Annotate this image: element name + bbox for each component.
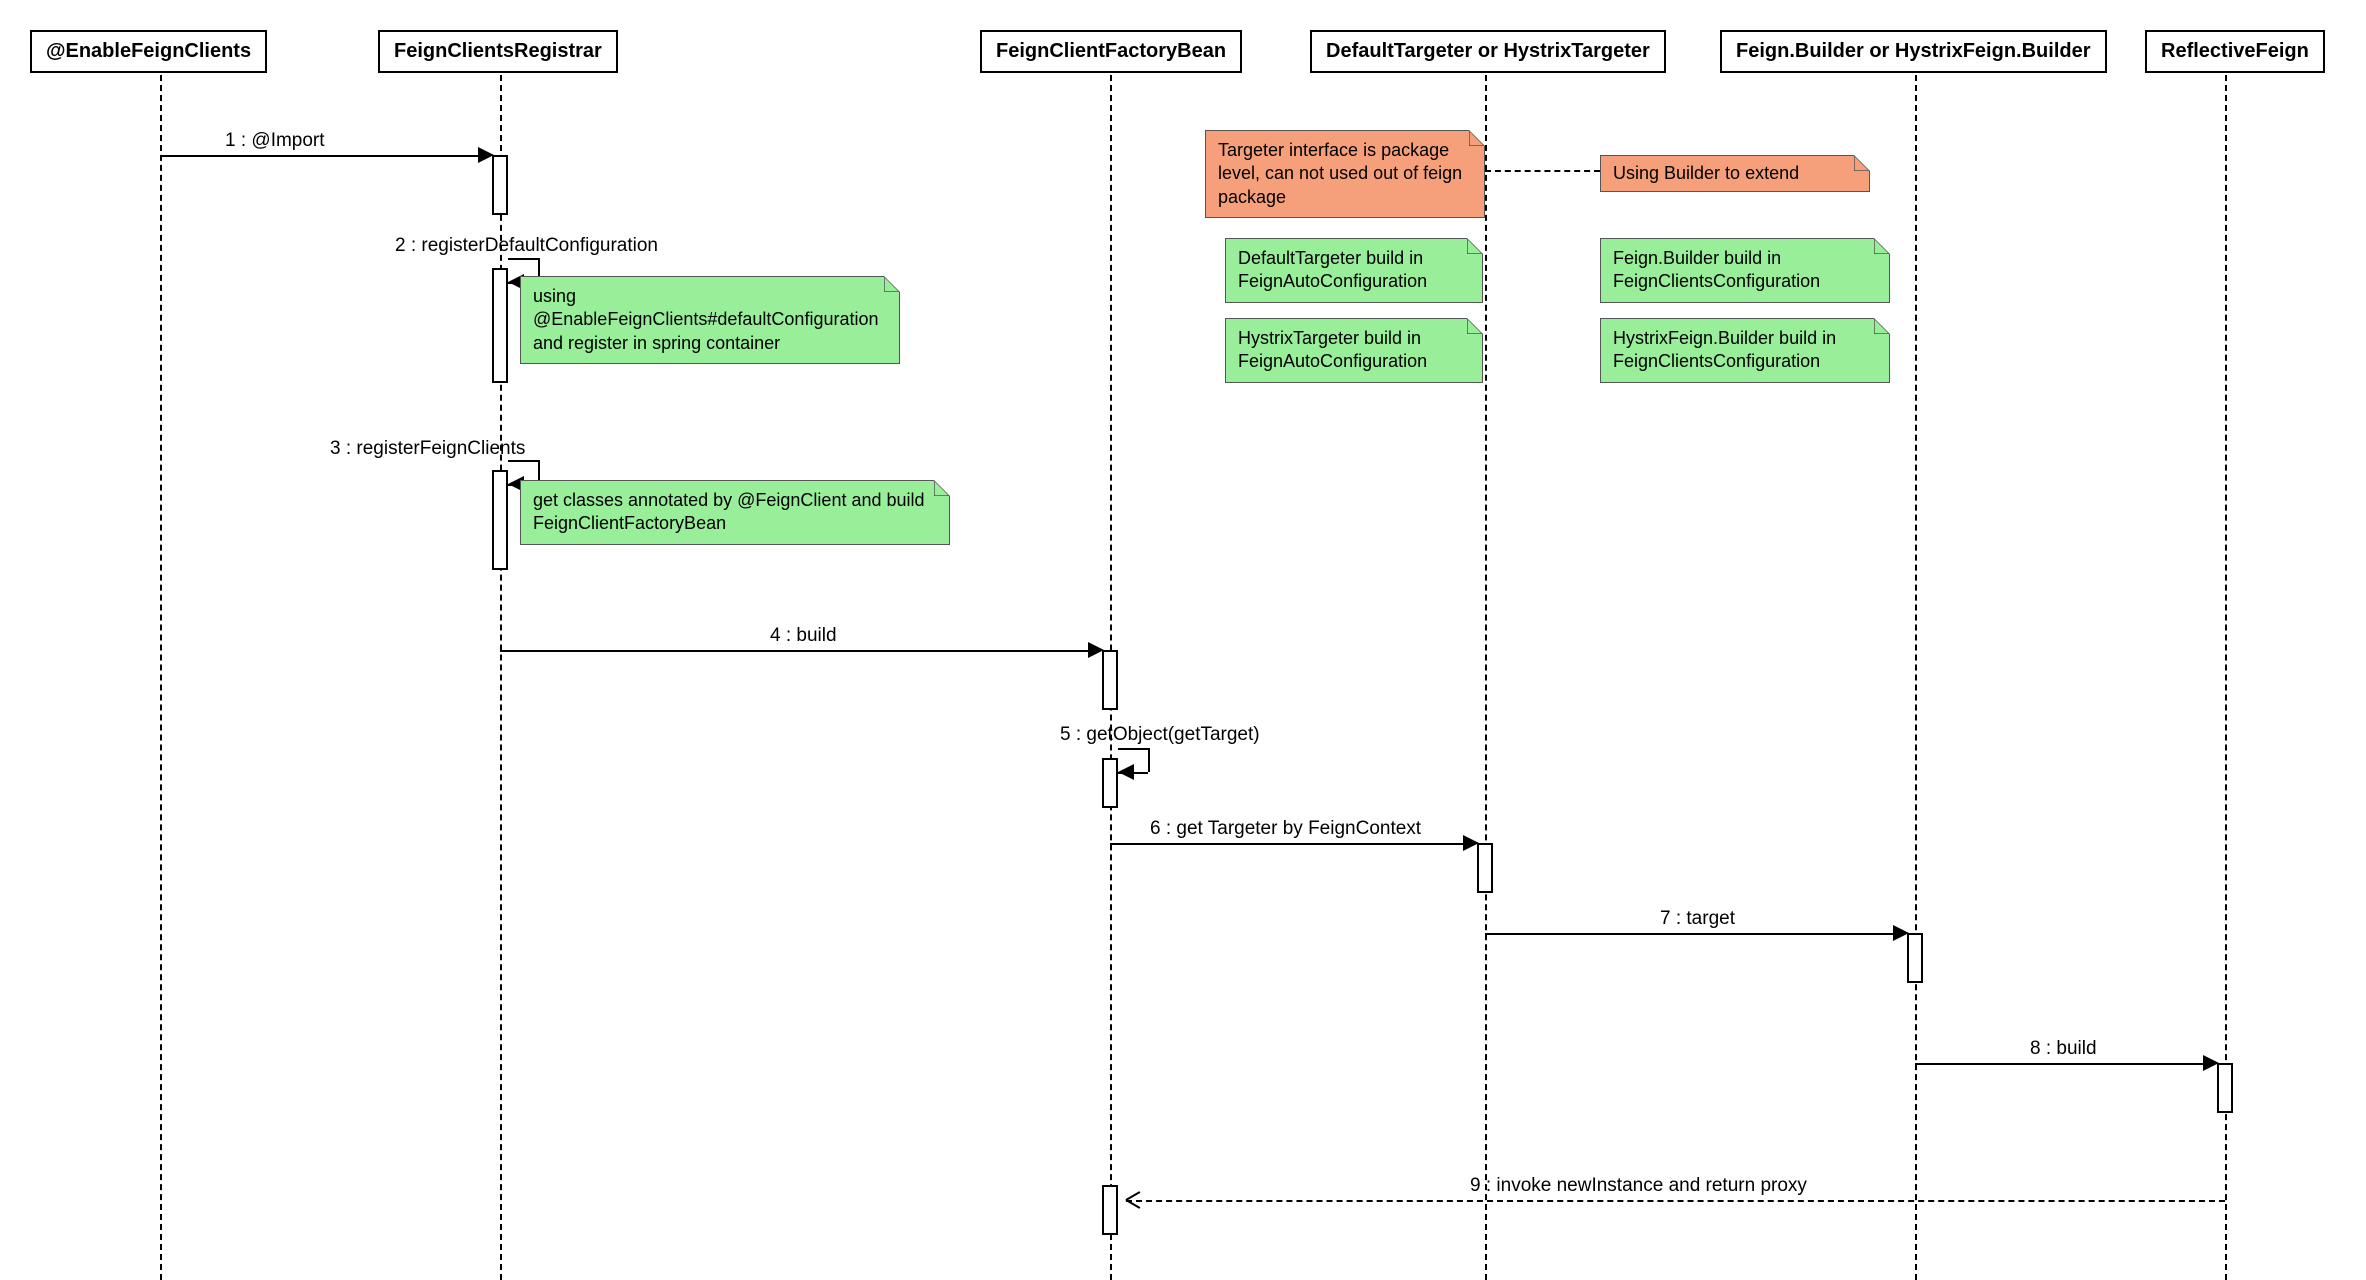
note-text: HystrixTargeter build in FeignAutoConfig…	[1238, 328, 1427, 371]
activation-p6	[2217, 1063, 2233, 1113]
note-register-feignclients: get classes annotated by @FeignClient an…	[520, 480, 950, 545]
message-6-arrow	[1110, 843, 1469, 845]
note-text: Using Builder to extend	[1613, 163, 1799, 183]
message-7-label: 7 : target	[1660, 908, 1735, 930]
activation-p2-2	[492, 268, 508, 383]
note-default-targeter: DefaultTargeter build in FeignAutoConfig…	[1225, 238, 1483, 303]
message-9-label: 9 : invoke newInstance and return proxy	[1470, 1175, 1807, 1197]
note-hystrix-targeter: HystrixTargeter build in FeignAutoConfig…	[1225, 318, 1483, 383]
message-5-label: 5 : getObject(getTarget)	[1060, 724, 1260, 746]
note-feign-builder: Feign.Builder build in FeignClientsConfi…	[1600, 238, 1890, 303]
message-9-head	[1126, 1192, 1142, 1208]
message-2-label: 2 : registerDefaultConfiguration	[395, 235, 658, 257]
participant-feignbuilder: Feign.Builder or HystrixFeign.Builder	[1720, 30, 2107, 73]
activation-p3-3	[1102, 1185, 1118, 1235]
message-5-head	[1118, 764, 1134, 780]
note-hystrix-feign-builder: HystrixFeign.Builder build in FeignClien…	[1600, 318, 1890, 383]
activation-p3-1	[1102, 650, 1118, 710]
lifeline-p5	[1915, 75, 1917, 1280]
message-1-arrow	[160, 155, 484, 157]
note-text: using @EnableFeignClients#defaultConfigu…	[533, 286, 879, 353]
note-fold-icon	[1467, 318, 1483, 334]
message-7-arrow	[1485, 933, 1899, 935]
note-fold-icon	[1874, 318, 1890, 334]
participant-feignclientsregistrar: FeignClientsRegistrar	[378, 30, 618, 73]
message-8-arrow	[1915, 1063, 2209, 1065]
activation-p4	[1477, 843, 1493, 893]
participant-targeter: DefaultTargeter or HystrixTargeter	[1310, 30, 1666, 73]
message-9-arrow	[1126, 1200, 2225, 1202]
lifeline-p1	[160, 75, 162, 1280]
note-connector	[1485, 170, 1600, 172]
message-4-label: 4 : build	[770, 625, 837, 647]
note-fold-icon	[1874, 238, 1890, 254]
participant-reflectivefeign: ReflectiveFeign	[2145, 30, 2325, 73]
activation-p3-2	[1102, 758, 1118, 808]
activation-p5	[1907, 933, 1923, 983]
note-fold-icon	[934, 480, 950, 496]
note-fold-icon	[884, 276, 900, 292]
note-text: Targeter interface is package level, can…	[1218, 140, 1462, 207]
note-text: get classes annotated by @FeignClient an…	[533, 490, 925, 533]
message-8-label: 8 : build	[2030, 1038, 2097, 1060]
message-3-label: 3 : registerFeignClients	[330, 438, 525, 460]
note-fold-icon	[1469, 130, 1485, 146]
note-text: Feign.Builder build in FeignClientsConfi…	[1613, 248, 1820, 291]
participant-enablefeignclients: @EnableFeignClients	[30, 30, 267, 73]
note-fold-icon	[1467, 238, 1483, 254]
participant-feignclientfactorybean: FeignClientFactoryBean	[980, 30, 1242, 73]
activation-p2-3	[492, 470, 508, 570]
note-default-configuration: using @EnableFeignClients#defaultConfigu…	[520, 276, 900, 364]
note-targeter-interface: Targeter interface is package level, can…	[1205, 130, 1485, 218]
message-1-label: 1 : @Import	[225, 130, 325, 152]
activation-p2-1	[492, 155, 508, 215]
lifeline-p4	[1485, 75, 1487, 1280]
message-4-arrow	[500, 650, 1094, 652]
note-using-builder: Using Builder to extend	[1600, 155, 1870, 192]
message-6-label: 6 : get Targeter by FeignContext	[1150, 818, 1421, 840]
note-fold-icon	[1854, 155, 1870, 171]
note-text: DefaultTargeter build in FeignAutoConfig…	[1238, 248, 1427, 291]
note-text: HystrixFeign.Builder build in FeignClien…	[1613, 328, 1836, 371]
